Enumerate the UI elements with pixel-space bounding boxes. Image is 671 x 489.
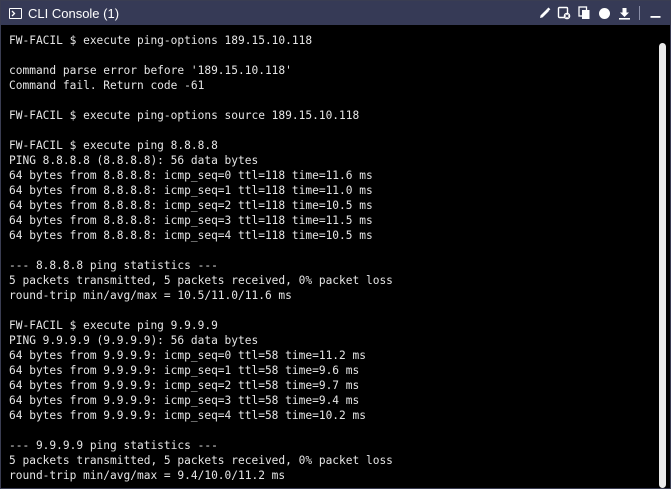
window-title: CLI Console (1) (28, 5, 120, 21)
console-line: 64 bytes from 8.8.8.8: icmp_seq=4 ttl=11… (9, 229, 373, 242)
console-line: FW-FACIL $ execute ping 9.9.9.9 (9, 319, 218, 332)
cli-console-window: CLI Console (1) FW-FACIL $ execute ping-… (0, 0, 671, 489)
title-actions (537, 5, 670, 21)
download-icon[interactable] (617, 5, 631, 21)
console-line: FW-FACIL $ execute ping 8.8.8.8 (9, 139, 218, 152)
scrollbar-thumb[interactable] (659, 43, 666, 488)
vertical-scrollbar[interactable] (656, 25, 669, 488)
console-line: FW-FACIL $ execute ping-options source 1… (9, 109, 360, 122)
console-line: FW-FACIL $ execute ping-options 189.15.1… (9, 34, 313, 47)
console-line: --- 9.9.9.9 ping statistics --- (9, 439, 218, 452)
console-line: 64 bytes from 9.9.9.9: icmp_seq=0 ttl=58… (9, 349, 366, 362)
console-line: Command fail. Return code -61 (9, 79, 205, 92)
console-line: 64 bytes from 8.8.8.8: icmp_seq=2 ttl=11… (9, 199, 373, 212)
title-group: CLI Console (1) (1, 6, 119, 21)
console-line: round-trip min/avg/max = 9.4/10.0/11.2 m… (9, 469, 286, 482)
console-line: 64 bytes from 8.8.8.8: icmp_seq=3 ttl=11… (9, 214, 373, 227)
console-line: 64 bytes from 9.9.9.9: icmp_seq=4 ttl=58… (9, 409, 366, 422)
console-line: command parse error before '189.15.10.11… (9, 64, 292, 77)
console-line: 64 bytes from 8.8.8.8: icmp_seq=1 ttl=11… (9, 184, 373, 197)
console-line: round-trip min/avg/max = 10.5/11.0/11.6 … (9, 289, 292, 302)
console-line: 64 bytes from 9.9.9.9: icmp_seq=2 ttl=58… (9, 379, 360, 392)
copy-icon[interactable] (577, 5, 591, 21)
pencil-icon[interactable] (537, 5, 551, 21)
toolbar-divider (639, 6, 640, 20)
console-line: 5 packets transmitted, 5 packets receive… (9, 274, 393, 287)
title-bar: CLI Console (1) (1, 1, 670, 25)
terminal-icon (9, 7, 22, 19)
minimize-icon[interactable] (648, 5, 662, 21)
console-line: PING 8.8.8.8 (8.8.8.8): 56 data bytes (9, 154, 259, 167)
record-icon[interactable] (597, 5, 611, 21)
console-line: 64 bytes from 9.9.9.9: icmp_seq=3 ttl=58… (9, 394, 360, 407)
console-line: 64 bytes from 9.9.9.9: icmp_seq=1 ttl=58… (9, 364, 360, 377)
console-line: --- 8.8.8.8 ping statistics --- (9, 259, 218, 272)
console-output[interactable]: FW-FACIL $ execute ping-options 189.15.1… (1, 25, 657, 488)
console-line: 5 packets transmitted, 5 packets receive… (9, 454, 393, 467)
clear-icon[interactable] (557, 5, 571, 21)
console-line: PING 9.9.9.9 (9.9.9.9): 56 data bytes (9, 334, 259, 347)
console-line: 64 bytes from 8.8.8.8: icmp_seq=0 ttl=11… (9, 169, 373, 182)
